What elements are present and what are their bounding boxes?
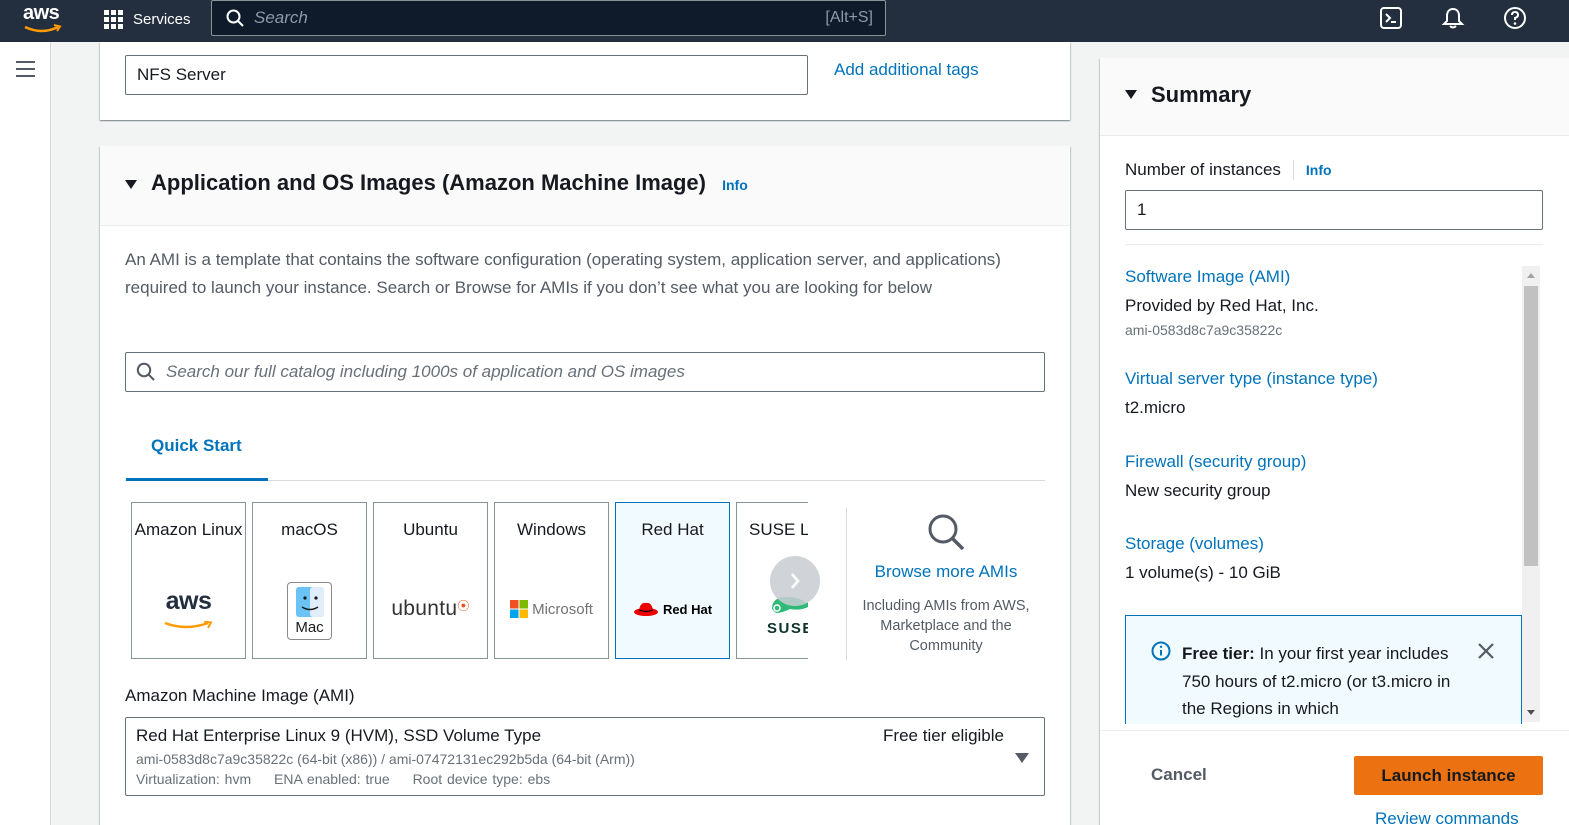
top-navigation-bar: aws Services Search [Alt+S] — [0, 0, 1569, 42]
free-tier-eligible-badge: Free tier eligible — [883, 726, 1004, 745]
aws-smile-icon — [24, 24, 62, 33]
summary-instance-type: Virtual server type (instance type) t2.m… — [1125, 369, 1378, 418]
summary-firewall: Firewall (security group) New security g… — [1125, 452, 1306, 501]
os-card-label: Red Hat — [641, 520, 704, 539]
browse-magnifier-icon — [928, 514, 965, 551]
summary-title: Summary — [1151, 82, 1252, 107]
summary-divider — [1125, 244, 1543, 245]
finder-face-icon — [296, 587, 324, 617]
cloudshell-icon[interactable] — [1379, 6, 1403, 30]
os-card-label: Windows — [517, 520, 586, 539]
search-placeholder: Search — [254, 8, 308, 27]
scroll-down-arrow-icon[interactable] — [1527, 710, 1535, 715]
mac-logo-text: Mac — [295, 619, 324, 636]
dropdown-caret-icon — [1015, 753, 1029, 763]
instances-info-link[interactable]: Info — [1306, 162, 1332, 178]
os-card-ubuntu[interactable]: Ubuntu ubuntu⦿ — [373, 502, 488, 659]
name-and-tags-panel: NFS Server Add additional tags — [100, 42, 1070, 120]
red-hat-logo: Red Hat — [616, 600, 729, 618]
cancel-button[interactable]: Cancel — [1151, 765, 1207, 785]
red-hat-fedora-icon — [633, 602, 658, 616]
software-image-id: ami-0583d8c7a9c35822c — [1125, 322, 1283, 338]
free-tier-title: Free tier: — [1182, 644, 1255, 663]
free-tier-message: Free tier: In your first year includes 7… — [1182, 640, 1472, 723]
global-search-input[interactable]: Search [Alt+S] — [211, 0, 886, 36]
ami-selected-name: Red Hat Enterprise Linux 9 (HVM), SSD Vo… — [136, 726, 542, 745]
os-card-label: Amazon Linux — [134, 520, 243, 539]
ami-selected-details: Virtualization: hvm ENA enabled: true Ro… — [136, 771, 550, 787]
ami-ena-enabled: ENA enabled: true — [274, 771, 390, 787]
ubuntu-logo-text: ubuntu — [391, 597, 458, 620]
left-side-rail — [0, 42, 51, 825]
ami-root-device-type: Root device type: ebs — [412, 771, 551, 787]
suse-logo-text: SUSE — [767, 620, 808, 637]
number-of-instances-input[interactable]: 1 — [1125, 190, 1543, 230]
close-icon[interactable] — [1477, 642, 1495, 660]
help-icon[interactable] — [1503, 6, 1527, 30]
ami-select-label: Amazon Machine Image (AMI) — [125, 686, 355, 705]
instance-name-input[interactable]: NFS Server — [125, 55, 808, 95]
search-icon — [226, 9, 244, 27]
review-commands-link[interactable]: Review commands — [1375, 809, 1519, 825]
firewall-link[interactable]: Firewall (security group) — [1125, 452, 1306, 472]
number-of-instances-label-text: Number of instances — [1125, 160, 1281, 179]
os-card-label: macOS — [281, 520, 338, 539]
chevron-right-icon — [791, 573, 800, 589]
summary-header[interactable]: Summary — [1100, 58, 1569, 136]
storage-value: 1 volume(s) - 10 GiB — [1125, 563, 1281, 582]
amazon-aws-logo: aws — [132, 587, 245, 636]
microsoft-logo: Microsoft — [495, 600, 608, 618]
aws-logo-text: aws — [165, 587, 212, 615]
info-circle-icon — [1151, 641, 1171, 661]
carousel-next-button[interactable] — [770, 556, 820, 606]
storage-link[interactable]: Storage (volumes) — [1125, 534, 1281, 554]
browse-divider — [846, 508, 847, 660]
add-additional-tags-link[interactable]: Add additional tags — [834, 60, 979, 80]
services-label: Services — [133, 10, 191, 28]
software-image-link[interactable]: Software Image (AMI) — [1125, 267, 1319, 287]
search-shortcut-hint: [Alt+S] — [825, 9, 873, 26]
browse-more-amis-subtitle: Including AMIs from AWS, Marketplace and… — [862, 598, 1030, 654]
os-card-carousel: Amazon Linux aws macOS Mac Ubuntu ubuntu… — [130, 146, 808, 676]
notifications-bell-icon[interactable] — [1441, 6, 1465, 30]
red-hat-logo-text: Red Hat — [662, 601, 713, 617]
mac-finder-logo: Mac — [287, 582, 332, 640]
summary-scroll-area: Software Image (AMI) Provided by Red Hat… — [1100, 254, 1569, 724]
os-card-windows[interactable]: Windows Microsoft — [494, 502, 609, 659]
aws-logo-text: aws — [23, 2, 60, 24]
services-grid-icon — [104, 9, 123, 29]
hamburger-menu-icon[interactable] — [16, 61, 35, 82]
microsoft-squares-icon — [510, 600, 529, 618]
firewall-value: New security group — [1125, 481, 1271, 500]
os-card-label: Ubuntu — [403, 520, 458, 539]
services-menu[interactable]: Services — [104, 8, 191, 30]
browse-more-amis-link[interactable]: Browse more AMIs — [860, 562, 1032, 582]
summary-storage: Storage (volumes) 1 volume(s) - 10 GiB — [1125, 534, 1281, 583]
aws-smile-icon — [164, 620, 213, 629]
number-of-instances-label: Number of instances Info — [1125, 160, 1332, 180]
summary-footer: Cancel Launch instance Review commands — [1100, 730, 1569, 825]
ami-virtualization: Virtualization: hvm — [136, 771, 252, 787]
ubuntu-logo: ubuntu⦿ — [391, 597, 470, 620]
launch-instance-button[interactable]: Launch instance — [1354, 756, 1543, 795]
instance-type-link[interactable]: Virtual server type (instance type) — [1125, 369, 1378, 389]
os-card-red-hat[interactable]: Red Hat Red Hat — [615, 502, 730, 659]
summary-software-image: Software Image (AMI) Provided by Red Hat… — [1125, 267, 1319, 338]
os-card-label: SUSE Li — [749, 520, 808, 539]
software-image-value: Provided by Red Hat, Inc. — [1125, 296, 1319, 315]
ami-select-dropdown[interactable]: Red Hat Enterprise Linux 9 (HVM), SSD Vo… — [125, 717, 1045, 796]
free-tier-alert: Free tier: In your first year includes 7… — [1125, 615, 1522, 724]
scroll-up-arrow-icon[interactable] — [1527, 273, 1535, 278]
ami-section-panel: Application and OS Images (Amazon Machin… — [100, 146, 1070, 825]
os-card-macos[interactable]: macOS Mac — [252, 502, 367, 659]
instance-type-value: t2.micro — [1125, 398, 1186, 417]
aws-logo[interactable]: aws — [22, 2, 64, 36]
summary-panel: Summary Number of instances Info 1 Softw… — [1100, 58, 1569, 825]
ami-selected-ids: ami-0583d8c7a9c35822c (64-bit (x86)) / a… — [136, 751, 635, 767]
microsoft-logo-text: Microsoft — [532, 600, 593, 618]
os-card-amazon-linux[interactable]: Amazon Linux aws — [131, 502, 246, 659]
scrollbar-thumb[interactable] — [1524, 286, 1538, 566]
summary-scrollbar[interactable] — [1522, 266, 1540, 722]
collapse-caret-icon[interactable] — [1125, 90, 1137, 99]
